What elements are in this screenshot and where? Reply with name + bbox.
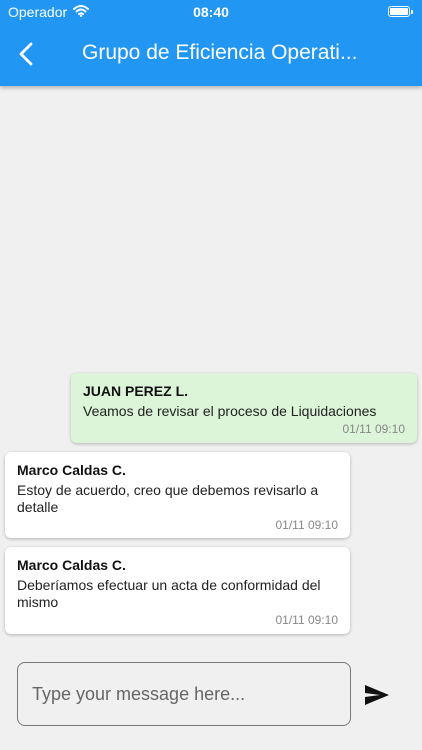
message-time: 01/11 09:10 — [275, 613, 338, 627]
send-icon — [365, 685, 389, 705]
message-bubble-other[interactable]: Marco Caldas C. Estoy de acuerdo, creo q… — [5, 452, 350, 538]
message-time: 01/11 09:10 — [342, 422, 405, 436]
message-list[interactable]: JUAN PEREZ L. Veamos de revisar el proce… — [0, 86, 422, 642]
send-button[interactable] — [362, 680, 392, 710]
message-text: Veamos de revisar el proceso de Liquidac… — [83, 403, 377, 419]
page-title: Grupo de Eficiencia Operati... — [82, 41, 358, 64]
message-sender: Marco Caldas C. — [17, 462, 126, 478]
chevron-left-icon — [19, 42, 33, 66]
message-text: Deberíamos efectuar un acta de conformid… — [17, 577, 321, 610]
status-time: 08:40 — [193, 4, 229, 20]
status-bar: Operador 08:40 — [0, 0, 422, 24]
message-bubble-own[interactable]: JUAN PEREZ L. Veamos de revisar el proce… — [71, 373, 417, 443]
app-header: Operador 08:40 Grupo de Eficiencia Opera… — [0, 0, 422, 86]
message-sender: Marco Caldas C. — [17, 557, 126, 573]
app-bar: Grupo de Eficiencia Operati... — [0, 28, 422, 84]
message-sender: JUAN PEREZ L. — [83, 383, 189, 399]
message-bubble-other[interactable]: Marco Caldas C. Deberíamos efectuar un a… — [5, 547, 350, 634]
message-text: Estoy de acuerdo, creo que debemos revis… — [17, 482, 319, 515]
back-button[interactable] — [12, 38, 40, 70]
message-time: 01/11 09:10 — [275, 518, 338, 532]
message-composer — [0, 650, 422, 750]
battery-icon — [388, 6, 413, 17]
message-input[interactable] — [17, 662, 351, 726]
